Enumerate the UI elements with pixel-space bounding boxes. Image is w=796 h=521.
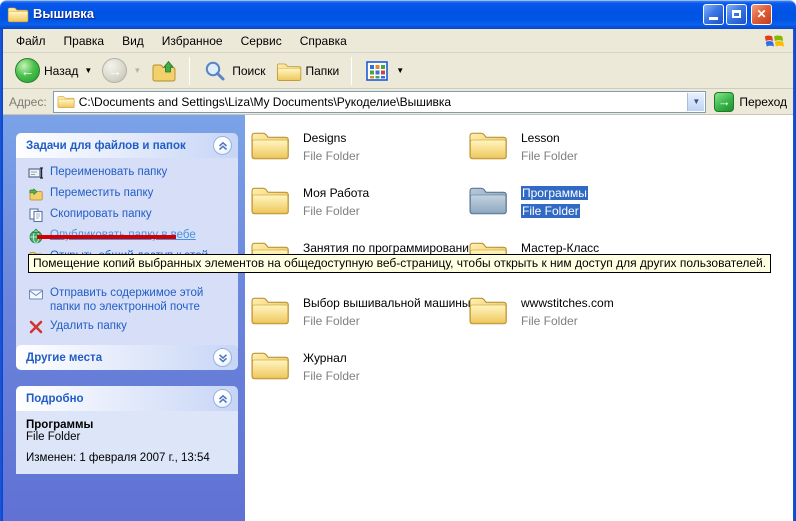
- folder-icon: [468, 293, 508, 325]
- folder-item-moya-rabota[interactable]: Моя Работа File Folder: [250, 183, 369, 220]
- folder-icon: [250, 183, 290, 215]
- task-pane-sidebar: Задачи для файлов и папок Переименовать …: [3, 115, 245, 521]
- search-button[interactable]: Поиск: [198, 57, 269, 85]
- publish-tooltip: Помещение копий выбранных элементов на о…: [28, 254, 771, 273]
- menu-file[interactable]: Файл: [7, 31, 55, 51]
- views-button[interactable]: ▼: [360, 57, 408, 85]
- folder-icon: [468, 128, 508, 160]
- search-icon: [202, 59, 228, 83]
- folders-button[interactable]: Папки: [272, 57, 344, 85]
- maximize-button[interactable]: [726, 4, 747, 25]
- move-folder-icon: [28, 186, 44, 202]
- tasks-panel-header[interactable]: Задачи для файлов и папок: [16, 133, 238, 158]
- explorer-window: Вышивка ✕ Файл Правка Вид Избранное Серв…: [0, 0, 796, 521]
- maximize-icon: [732, 10, 741, 18]
- address-input[interactable]: C:\Documents and Settings\Liza\My Docume…: [53, 91, 707, 113]
- toolbar: ← Назад ▼ → ▼ Поиск: [3, 53, 793, 89]
- go-arrow-icon: →: [714, 92, 734, 112]
- window-folder-icon: [7, 5, 29, 24]
- address-folder-icon: [57, 94, 75, 109]
- folder-item-zhurnal[interactable]: Журнал File Folder: [250, 348, 360, 385]
- back-button[interactable]: ← Назад ▼: [11, 56, 96, 85]
- folder-item-lesson[interactable]: Lesson File Folder: [468, 128, 578, 165]
- menu-bar: Файл Правка Вид Избранное Сервис Справка: [3, 29, 793, 53]
- menu-tools[interactable]: Сервис: [232, 31, 291, 51]
- folder-icon: [250, 348, 290, 380]
- collapse-chevron-icon[interactable]: [213, 389, 232, 408]
- collapse-chevron-icon[interactable]: [213, 136, 232, 155]
- menu-favorites[interactable]: Избранное: [153, 31, 232, 51]
- folder-item-programmy-selected[interactable]: Программы File Folder: [468, 183, 588, 220]
- minimize-icon: [709, 17, 718, 20]
- details-item-type: File Folder: [26, 431, 230, 443]
- other-places-header[interactable]: Другие места: [16, 345, 238, 370]
- red-annotation-underline: [37, 235, 176, 239]
- email-icon: [28, 286, 44, 302]
- back-dropdown-icon[interactable]: ▼: [84, 66, 92, 75]
- folder-item-wwwstitches[interactable]: wwwstitches.com File Folder: [468, 293, 614, 330]
- folder-icon-selected: [468, 183, 508, 215]
- go-button[interactable]: → Переход: [714, 92, 787, 112]
- details-item-modified: Изменен: 1 февраля 2007 г., 13:54: [26, 452, 230, 464]
- rename-icon: [28, 165, 44, 181]
- folder-content-area: Designs File Folder Lesson File Folder М…: [245, 115, 793, 521]
- file-folder-tasks-panel: Задачи для файлов и папок Переименовать …: [16, 133, 238, 349]
- folder-icon: [250, 293, 290, 325]
- address-dropdown-icon[interactable]: ▼: [687, 93, 704, 111]
- up-button[interactable]: [147, 57, 181, 85]
- expand-chevron-icon[interactable]: [213, 348, 232, 367]
- details-item-name: Программы: [26, 419, 230, 431]
- forward-button[interactable]: → ▼: [98, 56, 145, 85]
- toolbar-separator: [351, 57, 352, 85]
- forward-icon: →: [102, 58, 127, 83]
- folder-item-vybor-mashiny[interactable]: Выбор вышивальной машины File Folder: [250, 293, 471, 330]
- window-border-left: [0, 29, 3, 521]
- window-title: Вышивка: [33, 6, 94, 21]
- views-dropdown-icon[interactable]: ▼: [396, 66, 404, 75]
- up-folder-icon: [151, 59, 177, 83]
- other-places-panel: Другие места: [16, 345, 238, 370]
- details-body: Программы File Folder Изменен: 1 февраля…: [16, 411, 238, 474]
- folders-icon: [276, 59, 302, 83]
- task-copy-folder[interactable]: Скопировать папку: [28, 207, 232, 223]
- minimize-button[interactable]: [703, 4, 724, 25]
- menu-edit[interactable]: Правка: [55, 31, 114, 51]
- task-rename-folder[interactable]: Переименовать папку: [28, 165, 232, 181]
- back-icon: ←: [15, 58, 40, 83]
- toolbar-separator: [189, 57, 190, 85]
- task-move-folder[interactable]: Переместить папку: [28, 186, 232, 202]
- windows-logo-icon: [761, 30, 787, 52]
- task-delete-folder[interactable]: Удалить папку: [28, 319, 232, 335]
- close-button[interactable]: ✕: [751, 4, 772, 25]
- menu-view[interactable]: Вид: [113, 31, 153, 51]
- folder-item-designs[interactable]: Designs File Folder: [250, 128, 360, 165]
- menu-help[interactable]: Справка: [291, 31, 356, 51]
- copy-folder-icon: [28, 207, 44, 223]
- address-path: C:\Documents and Settings\Liza\My Docume…: [79, 95, 451, 109]
- title-bar: Вышивка ✕: [0, 0, 796, 29]
- delete-icon: [28, 319, 44, 335]
- address-bar: Адрес: C:\Documents and Settings\Liza\My…: [3, 89, 793, 115]
- forward-dropdown-icon[interactable]: ▼: [133, 66, 141, 75]
- folder-icon: [250, 128, 290, 160]
- views-icon: [364, 59, 390, 83]
- details-panel: Подробно Программы File Folder Изменен: …: [16, 386, 238, 474]
- details-header[interactable]: Подробно: [16, 386, 238, 411]
- task-email-folder[interactable]: Отправить содержимое этой папки по элект…: [28, 286, 232, 314]
- address-label: Адрес:: [9, 95, 47, 109]
